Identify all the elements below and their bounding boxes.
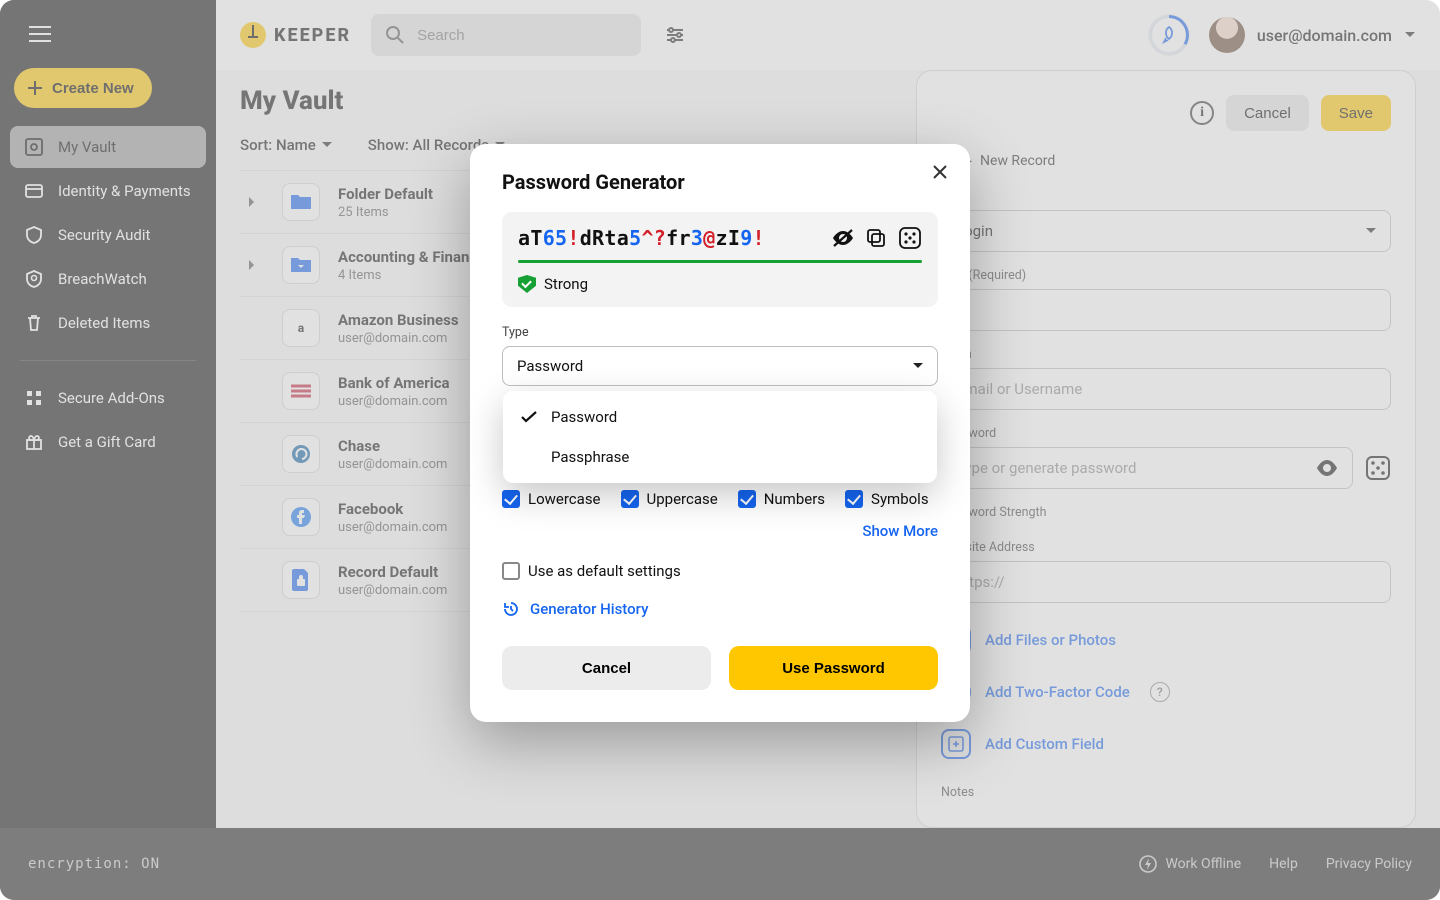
regenerate-dice-icon[interactable] [898, 226, 922, 250]
password-generator-modal: Password Generator aT65!dRta5^?fr3@zI9! … [470, 144, 970, 722]
use-password-button[interactable]: Use Password [729, 646, 938, 690]
shield-check-icon [518, 275, 536, 293]
modal-overlay: Password Generator aT65!dRta5^?fr3@zI9! … [0, 0, 1440, 900]
eye-off-icon[interactable] [832, 228, 854, 248]
type-option-passphrase[interactable]: Passphrase [503, 437, 937, 477]
type-dropdown-menu: Password Passphrase [503, 391, 937, 483]
chevron-down-icon [913, 363, 923, 369]
close-icon [932, 164, 948, 180]
checkbox-symbols[interactable]: Symbols [845, 490, 929, 508]
modal-type-label: Type [502, 325, 938, 340]
copy-icon[interactable] [866, 228, 886, 248]
strength-indicator: Strong [518, 275, 922, 293]
history-icon [502, 600, 520, 618]
strength-meter [518, 260, 922, 263]
checkbox-uppercase[interactable]: Uppercase [621, 490, 718, 508]
type-dropdown[interactable]: Password Password Passphrase [502, 346, 938, 386]
checkbox-numbers[interactable]: Numbers [738, 490, 825, 508]
check-icon [521, 411, 537, 423]
generator-history-link[interactable]: Generator History [530, 600, 648, 618]
modal-title: Password Generator [502, 170, 938, 194]
checkbox-default-settings[interactable]: Use as default settings [502, 562, 938, 580]
modal-close-button[interactable] [932, 164, 948, 180]
charset-options: Lowercase Uppercase Numbers Symbols [502, 490, 938, 508]
type-option-password[interactable]: Password [503, 397, 937, 437]
checkbox-lowercase[interactable]: Lowercase [502, 490, 601, 508]
modal-cancel-button[interactable]: Cancel [502, 646, 711, 690]
generated-password: aT65!dRta5^?fr3@zI9! [518, 226, 820, 250]
password-display: aT65!dRta5^?fr3@zI9! Strong [502, 212, 938, 307]
show-more-link[interactable]: Show More [862, 522, 938, 540]
